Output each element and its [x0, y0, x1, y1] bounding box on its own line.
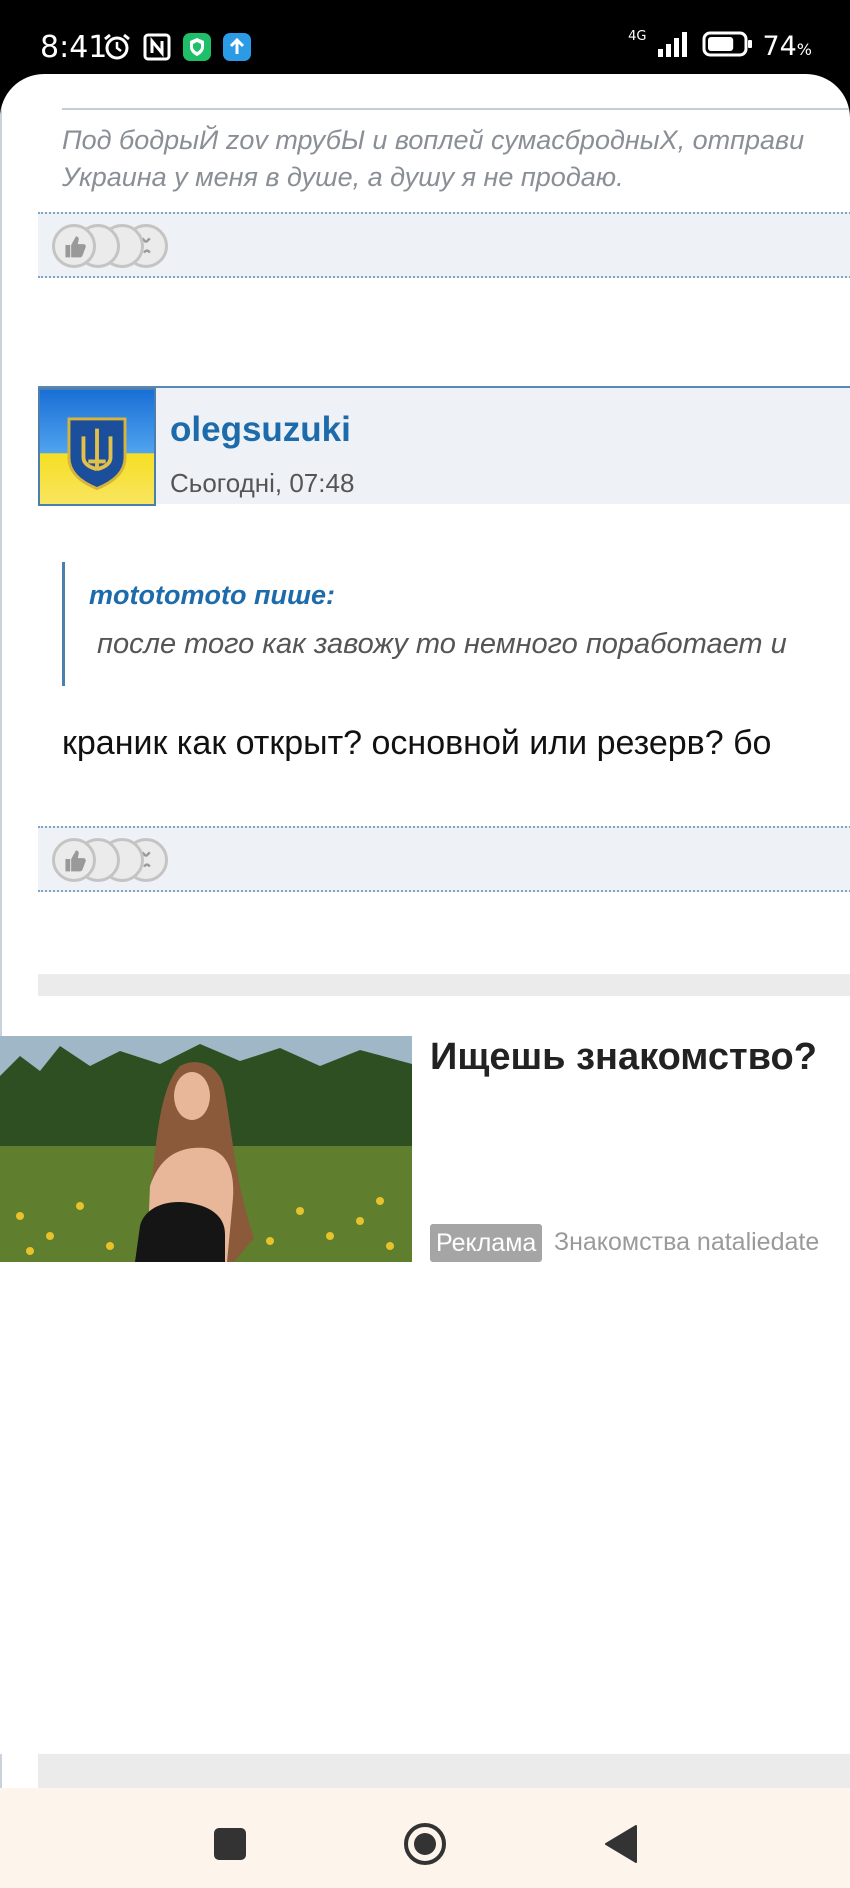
- status-icons-left: [102, 32, 252, 62]
- content-sheet: Под бодрыЙ zov трубЫ и воплей сумасбродн…: [0, 74, 850, 1788]
- post-signature: Под бодрыЙ zov трубЫ и воплей сумасбродн…: [62, 122, 850, 196]
- post-separator: [38, 974, 850, 996]
- avatar[interactable]: [38, 388, 156, 506]
- like-icon[interactable]: [52, 224, 96, 268]
- quote-author[interactable]: mototomoto пише:: [89, 580, 335, 611]
- status-bar: 8:41 4G 74%: [0, 0, 850, 80]
- ad-image[interactable]: [0, 1036, 412, 1262]
- quote-text: после того как завожу то немного поработ…: [97, 628, 787, 660]
- home-icon[interactable]: [395, 1814, 455, 1874]
- signature-line: Под бодрыЙ zov трубЫ и воплей сумасбродн…: [62, 125, 805, 155]
- post-header: olegsuzuki Сьогодні, 07:48: [38, 386, 850, 506]
- status-icons-right: 4G 74%: [628, 28, 812, 64]
- back-icon[interactable]: [590, 1814, 650, 1874]
- thread-border: [0, 1754, 2, 1788]
- signature-divider: [62, 108, 850, 110]
- system-nav-bar: [0, 1788, 850, 1888]
- signature-line: Украина у меня в душе, а душу я не прода…: [62, 162, 624, 192]
- reaction-bar: [38, 826, 850, 892]
- ad-source[interactable]: Знакомства nataliedate: [554, 1228, 819, 1257]
- ad-badge: Реклама: [430, 1224, 543, 1262]
- ad-title[interactable]: Ищешь знакомство?: [430, 1036, 817, 1079]
- nfc-icon: [142, 32, 172, 62]
- network-type: 4G: [628, 28, 647, 44]
- recent-apps-icon[interactable]: [200, 1814, 260, 1874]
- post-separator: [38, 1754, 850, 1788]
- battery-percent: 74%: [762, 30, 812, 62]
- battery-icon: [702, 30, 754, 63]
- upload-arrow-icon: [222, 32, 252, 62]
- signal-icon: [654, 29, 694, 64]
- status-time: 8:41: [40, 30, 108, 65]
- post-body: краник как открыт? основной или резерв? …: [62, 724, 772, 762]
- security-shield-icon: [182, 32, 212, 62]
- thread-border: [0, 98, 2, 1068]
- reaction-bar: [38, 212, 850, 278]
- like-icon[interactable]: [52, 838, 96, 882]
- post-timestamp[interactable]: Сьогодні, 07:48: [170, 468, 354, 499]
- quote-block: mototomoto пише: после того как завожу т…: [62, 562, 850, 686]
- post-username[interactable]: olegsuzuki: [170, 410, 351, 450]
- alarm-icon: [102, 32, 132, 62]
